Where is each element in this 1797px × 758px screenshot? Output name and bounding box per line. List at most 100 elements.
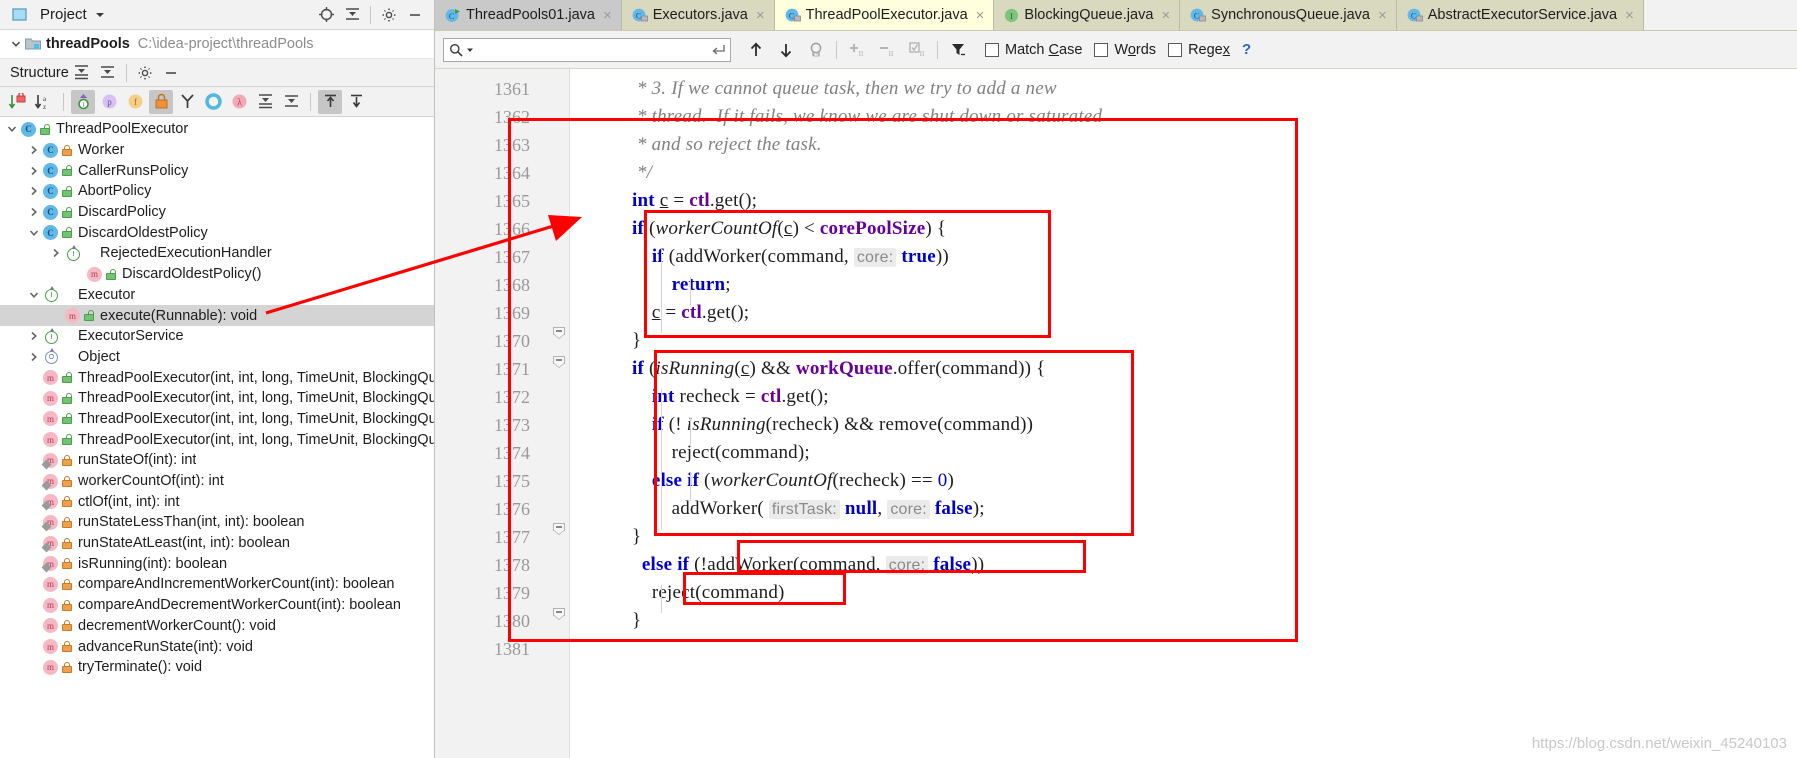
code-line[interactable]: } — [570, 523, 1797, 551]
code-line[interactable]: * 3. If we cannot queue task, then we tr… — [570, 75, 1797, 103]
sort-by-visibility-icon[interactable] — [6, 90, 30, 114]
locate-icon[interactable] — [315, 4, 337, 26]
find-next-icon[interactable] — [773, 37, 799, 63]
minimize-icon[interactable] — [404, 4, 426, 26]
structure-tree-item[interactable]: m decrementWorkerCount(): void — [0, 616, 434, 637]
editor-tab[interactable]: C ThreadPools01.java × — [435, 0, 622, 30]
editor-tab[interactable]: I BlockingQueue.java × — [994, 0, 1181, 30]
chevron-right-icon[interactable] — [26, 204, 42, 220]
search-input[interactable] — [478, 41, 711, 58]
match-case-checkbox[interactable]: Match Case — [985, 42, 1082, 58]
code-line[interactable]: reject(command); — [570, 439, 1797, 467]
show-anonymous-classes-icon[interactable] — [201, 90, 225, 114]
structure-tree-item[interactable]: m runStateLessThan(int, int): boolean — [0, 512, 434, 533]
structure-tree-item[interactable]: m ctlOf(int, int): int — [0, 491, 434, 512]
show-inherited-icon[interactable]: I — [71, 89, 95, 114]
structure-tree-item[interactable]: m compareAndIncrementWorkerCount(int): bo… — [0, 574, 434, 595]
chevron-down-icon[interactable] — [4, 121, 20, 137]
search-field-container[interactable] — [443, 37, 731, 62]
chevron-down-icon[interactable] — [26, 225, 42, 241]
code-line[interactable]: if (isRunning(c) && workQueue.offer(comm… — [570, 355, 1797, 383]
fold-region-end-3[interactable] — [553, 523, 565, 535]
structure-tree-item[interactable]: I RejectedExecutionHandler — [0, 243, 434, 264]
autoscroll-to-source-icon[interactable] — [318, 89, 342, 114]
editor-tab[interactable]: C ThreadPoolExecutor.java × — [774, 0, 995, 30]
structure-tree[interactable]: C ThreadPoolExecutor C Worker C CallerRunsPol… — [0, 117, 434, 758]
words-checkbox-box[interactable] — [1094, 42, 1109, 57]
project-root-row[interactable]: threadPools C:\idea-project\threadPools — [0, 30, 434, 59]
code-line[interactable] — [570, 635, 1797, 663]
regex-checkbox-box[interactable] — [1168, 42, 1183, 57]
code-line[interactable]: * thread. If it fails, we know we are sh… — [570, 103, 1797, 131]
structure-tree-item[interactable]: I ExecutorService — [0, 326, 434, 347]
chevron-down-icon[interactable] — [26, 287, 42, 303]
search-history-chevron-down-icon[interactable] — [466, 46, 474, 54]
code-line[interactable]: * and so reject the task. — [570, 131, 1797, 159]
fold-marker-collapsed[interactable] — [554, 221, 565, 232]
collapse-all-structure-icon[interactable] — [97, 62, 119, 84]
structure-tree-item[interactable]: C CallerRunsPolicy — [0, 160, 434, 181]
editor-tab[interactable]: C SynchronousQueue.java × — [1180, 0, 1397, 30]
find-previous-icon[interactable] — [743, 37, 769, 63]
structure-tree-item[interactable]: I Executor — [0, 285, 434, 306]
expand-all-tree-icon[interactable] — [253, 90, 277, 114]
close-icon[interactable]: × — [1161, 8, 1170, 23]
chevron-right-icon[interactable] — [48, 245, 64, 261]
code-line[interactable]: if (workerCountOf(c) < corePoolSize) { — [570, 215, 1797, 243]
editor-tab-bar[interactable]: C ThreadPools01.java × C Executors.java × C Thr… — [435, 0, 1797, 31]
match-case-checkbox-box[interactable] — [985, 42, 999, 57]
structure-minimize-icon[interactable] — [160, 62, 182, 84]
autoscroll-from-source-icon[interactable] — [344, 90, 368, 114]
help-question-icon[interactable]: ? — [1242, 41, 1251, 58]
filter-icon[interactable] — [945, 37, 971, 63]
structure-tree-item[interactable]: m isRunning(int): boolean — [0, 553, 434, 574]
structure-tree-item[interactable]: C AbortPolicy — [0, 181, 434, 202]
close-icon[interactable]: × — [1378, 8, 1387, 23]
code-line[interactable]: } — [570, 327, 1797, 355]
remove-selection-icon[interactable]: II — [874, 37, 900, 63]
code-line[interactable]: c = ctl.get(); — [570, 299, 1797, 327]
regex-checkbox[interactable]: Regex — [1168, 42, 1230, 58]
show-fields-icon[interactable]: f — [123, 90, 147, 114]
structure-tree-item[interactable]: m DiscardOldestPolicy() — [0, 264, 434, 285]
code-editor[interactable]: 1361 1362 1363 1364 1365 1366 1367 1368 1369 1370… — [435, 69, 1797, 758]
select-all-icon[interactable]: II — [904, 37, 930, 63]
fold-region-end-1[interactable] — [553, 327, 565, 339]
close-icon[interactable]: × — [603, 8, 612, 23]
structure-tree-item[interactable]: m workerCountOf(int): int — [0, 471, 434, 492]
chevron-right-icon[interactable] — [26, 183, 42, 199]
settings-gear-icon[interactable] — [378, 4, 400, 26]
close-icon[interactable]: × — [756, 8, 765, 23]
structure-tree-item[interactable]: m execute(Runnable): void — [0, 305, 434, 326]
code-line[interactable]: if (addWorker(command, core: true)) — [570, 243, 1797, 271]
code-line[interactable]: */ — [570, 159, 1797, 187]
code-line[interactable]: if (! isRunning(recheck) && remove(comma… — [570, 411, 1797, 439]
code-line[interactable]: int c = ctl.get(); — [570, 187, 1797, 215]
code-line[interactable]: int recheck = ctl.get(); — [570, 383, 1797, 411]
code-line[interactable]: reject(command) — [570, 579, 1797, 607]
chevron-right-icon[interactable] — [26, 328, 42, 344]
structure-tree-item[interactable]: O Object — [0, 347, 434, 368]
show-properties-icon[interactable]: p — [97, 90, 121, 114]
code-line[interactable]: return; — [570, 271, 1797, 299]
structure-tree-item[interactable]: m tryTerminate(): void — [0, 657, 434, 678]
structure-tree-item[interactable]: C Worker — [0, 140, 434, 161]
sort-alphabetically-icon[interactable]: az — [32, 90, 56, 114]
close-icon[interactable]: × — [976, 8, 985, 23]
chevron-down-icon[interactable] — [8, 36, 24, 52]
group-by-class-icon[interactable] — [175, 90, 199, 114]
collapse-all-icon[interactable] — [341, 4, 363, 26]
structure-tree-item[interactable]: m advanceRunState(int): void — [0, 636, 434, 657]
structure-tree-item[interactable]: m ThreadPoolExecutor(int, int, long, Time… — [0, 367, 434, 388]
structure-tree-item[interactable]: m runStateOf(int): int — [0, 450, 434, 471]
editor-gutter[interactable]: 1361 1362 1363 1364 1365 1366 1367 1368 1369 1370… — [435, 69, 570, 758]
add-selection-icon[interactable]: II — [844, 37, 870, 63]
structure-tree-item[interactable]: m compareAndDecrementWorkerCount(int): bo… — [0, 595, 434, 616]
structure-settings-gear-icon[interactable] — [134, 62, 156, 84]
structure-tree-item[interactable]: m ThreadPoolExecutor(int, int, long, Time… — [0, 429, 434, 450]
code-line[interactable]: addWorker( firstTask: null, core: false)… — [570, 495, 1797, 523]
chevron-right-icon[interactable] — [26, 163, 42, 179]
structure-tree-item[interactable]: C DiscardPolicy — [0, 202, 434, 223]
close-icon[interactable]: × — [1625, 8, 1634, 23]
project-dropdown-icon[interactable] — [89, 4, 111, 26]
